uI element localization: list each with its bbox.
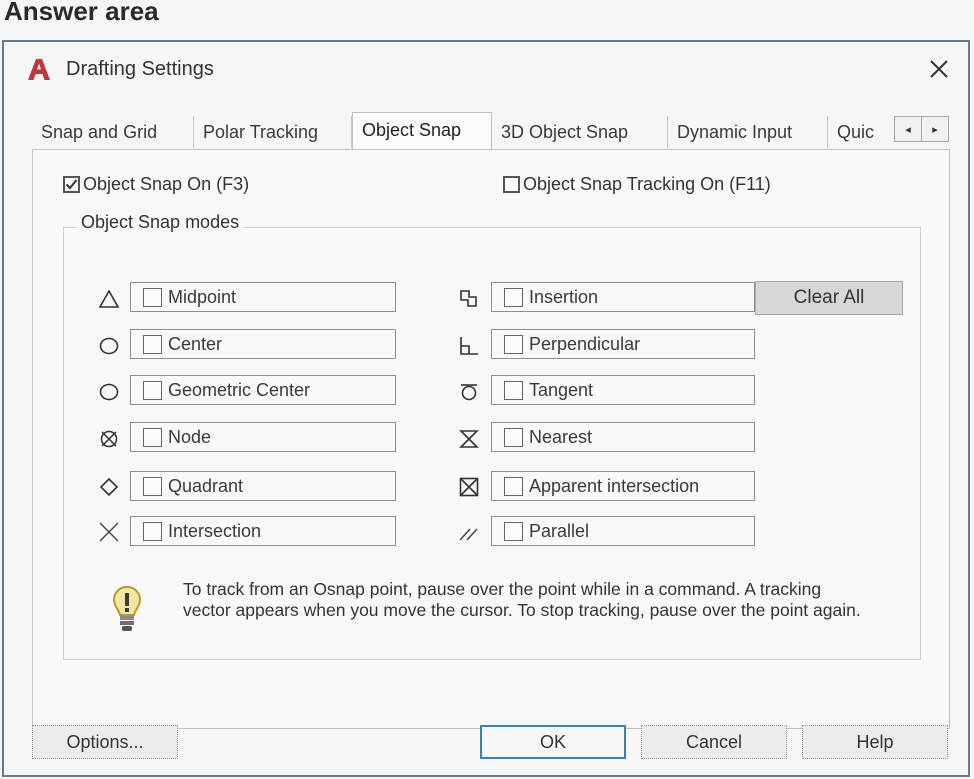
tab-polar-tracking[interactable]: Polar Tracking [194, 116, 352, 148]
tab-object-snap[interactable]: Object Snap [352, 112, 492, 150]
close-button[interactable] [924, 54, 954, 84]
osnap-mode-label: Tangent [529, 379, 594, 400]
drafting-settings-dialog: Drafting Settings Snap and Grid Polar Tr… [2, 40, 970, 777]
checkbox[interactable] [143, 476, 162, 496]
osnap-mode-node[interactable]: Node [130, 422, 396, 452]
osnap-mode-label: Intersection [168, 520, 262, 541]
osnap-mode-label: Center [168, 333, 223, 354]
checkbox[interactable] [504, 334, 523, 354]
osnap-mode-nearest[interactable]: Nearest [491, 422, 755, 452]
osnap-mode-label: Node [168, 426, 212, 447]
center-circle-icon [99, 337, 119, 355]
checkbox[interactable] [63, 176, 80, 193]
help-button[interactable]: Help [802, 725, 948, 759]
insertion-icon [460, 290, 477, 307]
midpoint-triangle-icon [98, 289, 120, 308]
checkbox[interactable] [504, 380, 523, 400]
checkbox[interactable] [503, 176, 520, 193]
osnap-mode-tangent[interactable]: Tangent [491, 375, 755, 405]
options-button[interactable]: Options... [32, 725, 178, 759]
geometric-center-circle-icon [99, 383, 119, 401]
osnap-mode-intersection[interactable]: Intersection [130, 516, 396, 546]
parallel-icon [459, 528, 478, 541]
quadrant-diamond-icon [99, 477, 119, 497]
tangent-icon [461, 384, 477, 401]
clear-all-button[interactable]: Clear All [755, 281, 903, 315]
osnap-mode-midpoint[interactable]: Midpoint [130, 282, 396, 312]
tracking-tip-text: To track from an Osnap point, pause over… [183, 579, 861, 620]
nearest-hourglass-icon [459, 430, 479, 448]
tab-snap-and-grid[interactable]: Snap and Grid [32, 116, 194, 148]
checkbox[interactable] [504, 476, 523, 496]
tab-scroll-right-button[interactable]: ▸ [921, 116, 949, 142]
tab-dynamic-input[interactable]: Dynamic Input [668, 116, 828, 148]
checkbox[interactable] [143, 380, 162, 400]
checkbox[interactable] [143, 521, 162, 541]
dialog-title: Drafting Settings [66, 58, 214, 80]
object-snap-pane: Object Snap On (F3) Object Snap Tracking… [32, 149, 950, 729]
arrow-right-icon: ▸ [932, 123, 938, 136]
checkbox[interactable] [504, 521, 523, 541]
arrow-left-icon: ◂ [905, 123, 911, 136]
object-snap-on-checkbox[interactable]: Object Snap On (F3) [63, 174, 249, 195]
osnap-mode-quadrant[interactable]: Quadrant [130, 471, 396, 501]
checkbox[interactable] [504, 287, 523, 307]
object-snap-tracking-checkbox[interactable]: Object Snap Tracking On (F11) [503, 174, 771, 195]
node-icon [100, 430, 118, 448]
checkbox[interactable] [143, 427, 162, 447]
checkmark-icon [65, 179, 78, 190]
object-snap-modes-label: Object Snap modes [77, 212, 244, 233]
osnap-mode-parallel[interactable]: Parallel [491, 516, 755, 546]
title-bar: Drafting Settings [4, 42, 968, 98]
osnap-mode-label: Apparent intersection [529, 475, 700, 496]
osnap-mode-label: Midpoint [168, 286, 237, 307]
lightbulb-icon [112, 585, 142, 631]
ok-button[interactable]: OK [480, 725, 626, 759]
object-snap-tracking-label: Object Snap Tracking On (F11) [523, 174, 771, 194]
tab-strip: Snap and Grid Polar Tracking Object Snap… [32, 112, 952, 150]
osnap-mode-label: Parallel [529, 520, 590, 541]
osnap-mode-insertion[interactable]: Insertion [491, 282, 755, 312]
close-icon [930, 60, 948, 78]
osnap-mode-label: Nearest [529, 426, 593, 447]
tab-quick-properties[interactable]: Quic [828, 116, 892, 148]
osnap-mode-label: Insertion [529, 286, 599, 307]
checkbox[interactable] [143, 287, 162, 307]
osnap-mode-center[interactable]: Center [130, 329, 396, 359]
cancel-button[interactable]: Cancel [641, 725, 787, 759]
checkbox[interactable] [504, 427, 523, 447]
apparent-intersection-icon [459, 477, 479, 497]
tab-scroll-left-button[interactable]: ◂ [894, 116, 922, 142]
object-snap-on-label: Object Snap On (F3) [83, 174, 250, 194]
perpendicular-icon [460, 337, 478, 355]
checkbox[interactable] [143, 334, 162, 354]
answer-area-heading: Answer area [4, 0, 159, 26]
osnap-mode-label: Perpendicular [529, 333, 641, 354]
osnap-mode-apparent-intersection[interactable]: Apparent intersection [491, 471, 755, 501]
tab-3d-object-snap[interactable]: 3D Object Snap [492, 116, 668, 148]
osnap-mode-perpendicular[interactable]: Perpendicular [491, 329, 755, 359]
osnap-mode-label: Geometric Center [168, 379, 311, 400]
osnap-mode-geometric-center[interactable]: Geometric Center [130, 375, 396, 405]
intersection-x-icon [99, 522, 119, 542]
autocad-a-icon [28, 59, 50, 80]
osnap-mode-label: Quadrant [168, 475, 244, 496]
